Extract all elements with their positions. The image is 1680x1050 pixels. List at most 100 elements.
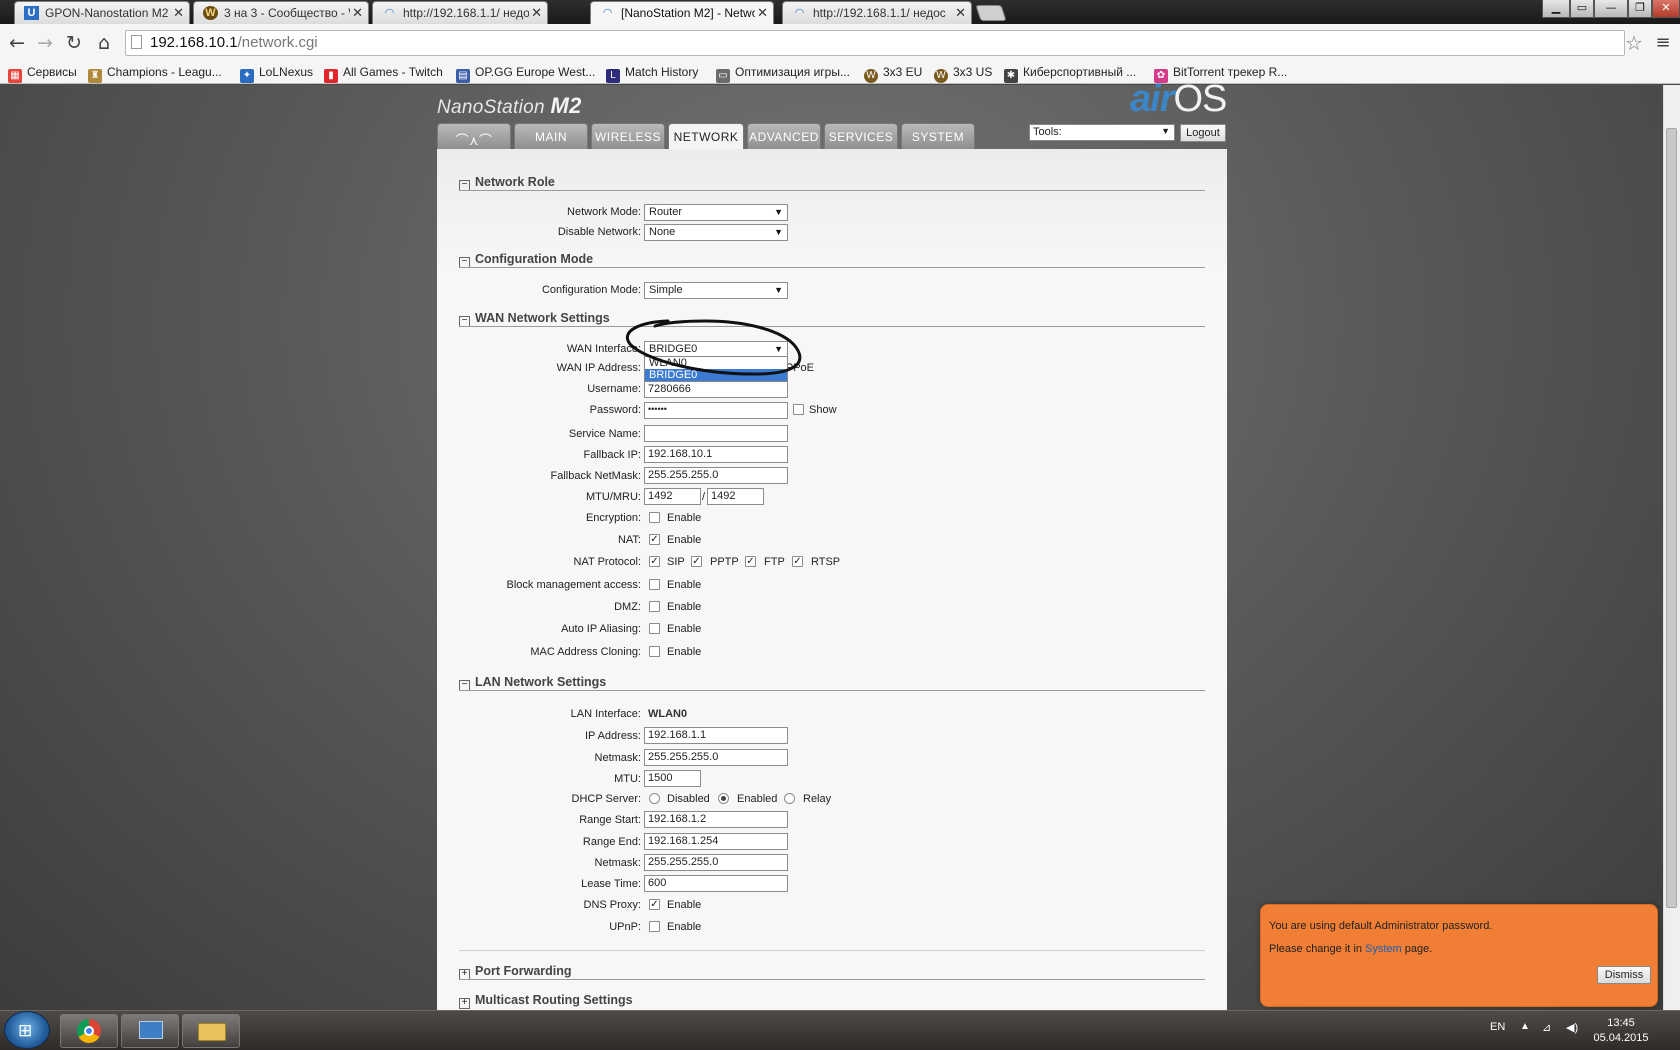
service-name-input[interactable] [644, 425, 788, 442]
section-wan[interactable]: − WAN Network Settings [459, 311, 610, 327]
back-icon[interactable]: ← [6, 32, 28, 54]
tab-system[interactable]: SYSTEM [901, 123, 975, 149]
tab-advanced[interactable]: ADVANCED [747, 123, 821, 149]
section-port-forwarding[interactable]: + Port Forwarding [459, 964, 572, 980]
nat-rtsp-checkbox[interactable]: ✓ [792, 556, 803, 567]
tab-services[interactable]: SERVICES [824, 123, 898, 149]
minimize-button[interactable]: ▁ [1542, 0, 1570, 18]
dmz-checkbox[interactable] [649, 601, 660, 612]
lan-netmask-input[interactable]: 255.255.255.0 [644, 749, 788, 766]
upnp-checkbox[interactable] [649, 921, 660, 932]
volume-icon[interactable]: ◀) [1566, 1021, 1578, 1034]
tab-wireless[interactable]: WIRELESS [591, 123, 665, 149]
menu-icon[interactable]: ≡ [1652, 32, 1674, 54]
bookmark-item[interactable]: ▮ All Games - Twitch [324, 65, 443, 83]
auto-ip-aliasing-checkbox[interactable] [649, 623, 660, 634]
tab-network[interactable]: NETWORK [668, 123, 744, 150]
bookmark-item[interactable]: L Match History [606, 65, 698, 83]
section-network-role[interactable]: − Network Role [459, 175, 555, 191]
tab-title: [NanoStation M2] - Netwo [621, 6, 755, 20]
reload-icon[interactable]: ↻ [63, 32, 85, 54]
block-management-checkbox[interactable] [649, 579, 660, 590]
dismiss-button[interactable]: Dismiss [1597, 966, 1651, 984]
dhcp-netmask-input[interactable]: 255.255.255.0 [644, 854, 788, 871]
password-input[interactable]: •••••• [644, 402, 788, 419]
dropdown-option-bridge0[interactable]: BRIDGE0 [645, 369, 787, 381]
new-tab-button[interactable] [975, 5, 1007, 21]
close-icon[interactable]: ✕ [955, 5, 966, 21]
bookmark-item[interactable]: ✱ Киберспортивный ... [1004, 65, 1136, 83]
bookmark-item[interactable]: W 3x3 US [934, 65, 992, 83]
show-password-checkbox[interactable] [793, 404, 804, 415]
dhcp-relay-radio[interactable] [784, 793, 795, 804]
start-button[interactable]: ⊞ [4, 1011, 50, 1049]
browser-tab[interactable]: W 3 на 3 - Сообщество - W ✕ [193, 1, 369, 24]
browser-tab[interactable]: U GPON-Nanostation M2 - ✕ [14, 1, 190, 24]
fallback-ip-input[interactable]: 192.168.10.1 [644, 446, 788, 463]
section-configuration-mode[interactable]: − Configuration Mode [459, 252, 593, 268]
lan-ip-input[interactable]: 192.168.1.1 [644, 727, 788, 744]
username-input[interactable]: 7280666 [644, 381, 788, 398]
restore-button[interactable]: ▭ [1570, 0, 1594, 18]
range-start-input[interactable]: 192.168.1.2 [644, 811, 788, 828]
tools-select[interactable]: Tools: ▼ [1029, 124, 1175, 141]
dhcp-enabled-radio[interactable] [718, 793, 729, 804]
network-mode-select[interactable]: Router ▼ [644, 204, 788, 221]
forward-icon[interactable]: → [34, 32, 56, 54]
dns-proxy-checkbox[interactable]: ✓ [649, 899, 660, 910]
minimize-window-button[interactable]: — [1594, 0, 1628, 18]
bookmark-item[interactable]: W 3x3 EU [864, 65, 922, 83]
bookmark-item[interactable]: ♜ Champions - Leagu... [88, 65, 222, 83]
close-icon[interactable]: ✕ [173, 5, 184, 21]
encryption-checkbox[interactable] [649, 512, 660, 523]
maximize-button[interactable]: ❐ [1628, 0, 1652, 18]
taskbar-chrome[interactable] [60, 1014, 118, 1048]
dropdown-option-wlan0[interactable]: WLAN0 [645, 357, 787, 369]
dhcp-disabled-radio[interactable] [649, 793, 660, 804]
bookmark-item[interactable]: ✦ LoLNexus [240, 65, 313, 83]
browser-tab[interactable]: ◠ http://192.168.1.1/ недос ✕ [782, 1, 972, 24]
scrollbar-thumb[interactable] [1666, 128, 1677, 908]
nat-sip-checkbox[interactable]: ✓ [649, 556, 660, 567]
mtu-input[interactable]: 1492 [644, 488, 701, 505]
tab-main[interactable]: MAIN [514, 123, 588, 149]
nat-sip-label: SIP [667, 556, 685, 568]
taskbar-explorer[interactable] [182, 1014, 240, 1048]
section-lan[interactable]: − LAN Network Settings [459, 675, 606, 691]
browser-tab[interactable]: ◠ http://192.168.1.1/ недос ✕ [372, 1, 548, 24]
nat-ftp-checkbox[interactable]: ✓ [745, 556, 756, 567]
expand-icon[interactable]: + [459, 998, 470, 1009]
network-icon[interactable]: ⊿ [1542, 1021, 1551, 1034]
auto-ip-aliasing-enable-label: Enable [667, 623, 702, 635]
system-link[interactable]: System [1365, 943, 1402, 955]
address-bar[interactable]: 192.168.10.1/network.cgi [125, 30, 1625, 56]
disable-network-select[interactable]: None ▼ [644, 224, 788, 241]
lan-mtu-input[interactable]: 1500 [644, 770, 701, 787]
taskbar-control-panel[interactable] [121, 1014, 179, 1048]
nat-checkbox[interactable]: ✓ [649, 534, 660, 545]
range-end-input[interactable]: 192.168.1.254 [644, 833, 788, 850]
bookmark-item[interactable]: ▭ Оптимизация игры... [716, 65, 850, 83]
close-icon[interactable]: ✕ [531, 5, 542, 21]
notification-line-1: You are using default Administrator pass… [1269, 920, 1493, 932]
close-icon[interactable]: ✕ [352, 5, 363, 21]
bookmark-item[interactable]: ▤ OP.GG Europe West... [456, 65, 595, 83]
tab-ubnt-logo[interactable]: ⌒⋏⌒ [437, 123, 511, 149]
show-hidden-icons-icon[interactable]: ▲ [1520, 1021, 1530, 1032]
language-indicator[interactable]: EN [1490, 1021, 1505, 1033]
clock[interactable]: 13:45 05.04.2015 [1590, 1016, 1652, 1046]
mac-cloning-checkbox[interactable] [649, 646, 660, 657]
lease-time-input[interactable]: 600 [644, 875, 788, 892]
close-icon[interactable]: ✕ [757, 5, 768, 21]
nat-pptp-checkbox[interactable]: ✓ [691, 556, 702, 567]
browser-tab-active[interactable]: ◠ [NanoStation M2] - Netwo ✕ [590, 1, 774, 25]
bookmark-item[interactable]: ▦ Сервисы [8, 65, 77, 83]
home-icon[interactable]: ⌂ [93, 32, 115, 54]
section-multicast-routing[interactable]: + Multicast Routing Settings [459, 993, 633, 1009]
logout-button[interactable]: Logout [1180, 124, 1226, 142]
mru-input[interactable]: 1492 [707, 488, 764, 505]
fallback-netmask-input[interactable]: 255.255.255.0 [644, 467, 788, 484]
star-icon[interactable]: ☆ [1623, 32, 1645, 54]
configuration-mode-select[interactable]: Simple ▼ [644, 282, 788, 299]
close-window-button[interactable]: ✕ [1652, 0, 1680, 18]
